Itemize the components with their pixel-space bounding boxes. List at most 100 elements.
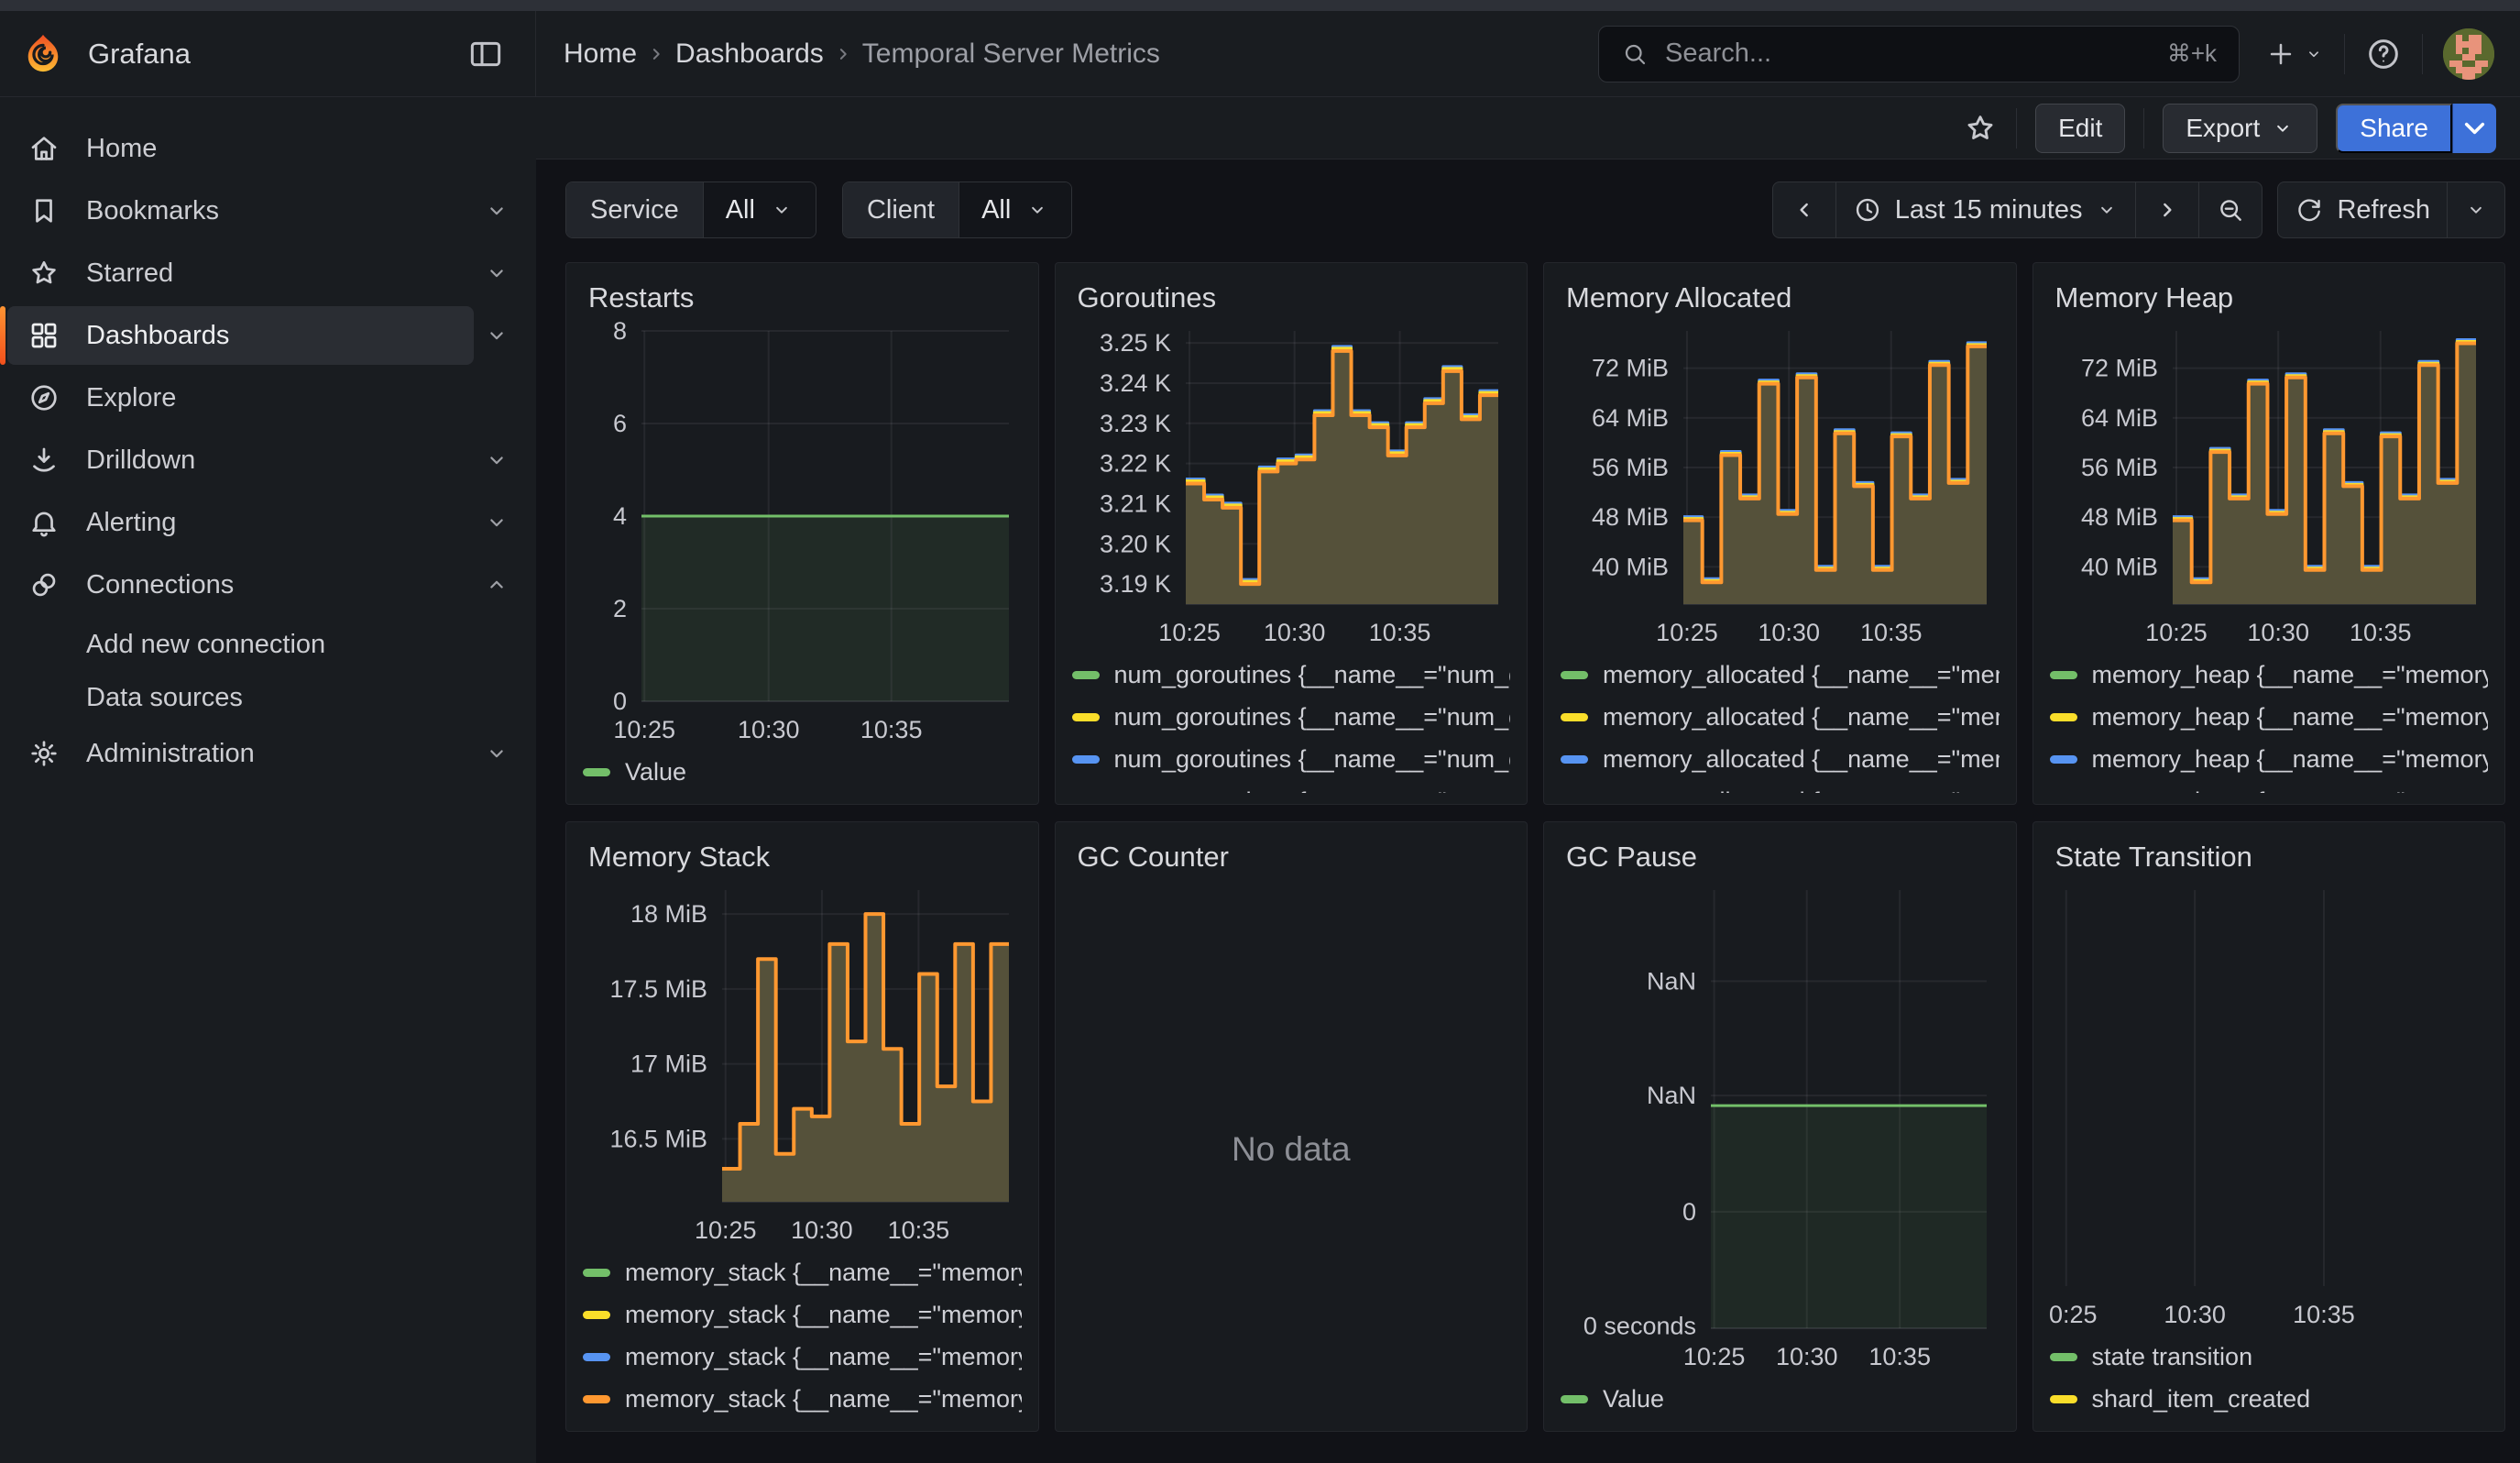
legend-label[interactable]: memory_heap {__name__="memory_h <box>2092 661 2489 689</box>
legend-swatch <box>583 1353 610 1361</box>
svg-text:6: 6 <box>613 410 627 437</box>
legend-label[interactable]: num_goroutines {__name__="num_go <box>1114 703 1511 732</box>
legend-label[interactable]: memory_heap {__name__="memory_h <box>2092 787 2489 794</box>
svg-text:0: 0 <box>1682 1198 1696 1226</box>
svg-text:10:25: 10:25 <box>1158 619 1221 646</box>
legend-label[interactable]: memory_stack {__name__="memory_s <box>625 1385 1022 1414</box>
chevron-down-icon[interactable] <box>483 322 510 349</box>
legend-label[interactable]: memory_stack {__name__="memory_s <box>625 1301 1022 1329</box>
panel-title[interactable]: GC Pause <box>1566 841 2000 874</box>
service-filter-label: Service <box>566 182 703 237</box>
svg-text:56 MiB: 56 MiB <box>1592 454 1669 481</box>
legend-label[interactable]: state transition <box>2092 1343 2253 1371</box>
divider <box>2143 108 2144 148</box>
refresh-button[interactable]: Refresh <box>2278 182 2447 237</box>
drilldown-icon <box>27 444 60 477</box>
legend-label[interactable]: Value <box>1603 1385 1664 1414</box>
legend-swatch <box>2050 1395 2077 1403</box>
share-menu-button[interactable] <box>2452 104 2496 153</box>
legend-swatch <box>583 1269 610 1277</box>
chevron-down-icon[interactable] <box>483 446 510 474</box>
chevron-down-icon[interactable] <box>483 259 510 287</box>
export-button[interactable]: Export <box>2163 104 2317 153</box>
svg-text:17.5 MiB: 17.5 MiB <box>609 975 707 1003</box>
share-button[interactable]: Share <box>2336 104 2452 153</box>
refresh-interval-button[interactable] <box>2447 182 2504 237</box>
panel-title[interactable]: Restarts <box>588 281 1022 314</box>
legend-label[interactable]: num_goroutines {__name__="num_go <box>1114 787 1511 794</box>
new-button[interactable] <box>2265 38 2324 70</box>
client-filter-value[interactable]: All <box>959 182 1071 237</box>
legend-label[interactable]: memory_allocated {__name__="memo <box>1603 787 2000 794</box>
panel-title[interactable]: Goroutines <box>1078 281 1511 314</box>
legend-swatch <box>1561 671 1588 679</box>
breadcrumb-dashboards[interactable]: Dashboards <box>675 38 824 70</box>
svg-text:4: 4 <box>613 502 627 530</box>
help-icon[interactable] <box>2365 36 2402 72</box>
svg-text:40 MiB: 40 MiB <box>1592 553 1669 580</box>
panel-title[interactable]: State Transition <box>2055 841 2489 874</box>
connections-plug-icon <box>27 568 60 601</box>
sidebar-item-bookmarks[interactable]: Bookmarks <box>7 182 523 240</box>
dock-sidebar-icon[interactable] <box>467 36 504 72</box>
sidebar-item-dashboards[interactable]: Dashboards <box>7 306 523 365</box>
panel-title[interactable]: Memory Heap <box>2055 281 2489 314</box>
legend-swatch <box>2050 755 2077 764</box>
avatar[interactable] <box>2443 28 2494 80</box>
legend-label[interactable]: memory_allocated {__name__="memo <box>1603 745 2000 774</box>
legend-label[interactable]: memory_stack {__name__="memory_s <box>625 1343 1022 1371</box>
chevron-down-icon[interactable] <box>483 740 510 767</box>
legend-label[interactable]: shard_item_created <box>2092 1385 2311 1414</box>
svg-text:0: 0 <box>613 688 627 715</box>
legend-item: memory_allocated {__name__="memo <box>1561 738 2000 780</box>
favorite-star-icon[interactable] <box>1963 111 1998 146</box>
sidebar-item-add-new-connection[interactable]: Add new connection <box>7 618 523 671</box>
service-filter: Service All <box>565 182 816 238</box>
time-shift-back-button[interactable] <box>1773 182 1835 237</box>
legend-label[interactable]: Value <box>625 758 686 786</box>
panel-memory-heap: Memory Heap 10:2510:3010:3572 MiB64 MiB5… <box>2032 262 2506 805</box>
time-range-picker[interactable]: Last 15 minutes <box>1835 182 2136 237</box>
legend-label[interactable]: memory_heap {__name__="memory_h <box>2092 703 2489 732</box>
dashboards-grid-icon <box>27 319 60 352</box>
chevron-down-icon[interactable] <box>483 197 510 225</box>
sidebar-item-explore[interactable]: Explore <box>7 368 523 427</box>
legend: memory_heap {__name__="memory_h memory_h… <box>2050 654 2489 793</box>
sidebar-item-data-sources[interactable]: Data sources <box>7 671 523 724</box>
breadcrumb-home[interactable]: Home <box>564 38 637 70</box>
panel-title[interactable]: Memory Allocated <box>1566 281 2000 314</box>
legend-label[interactable]: num_goroutines {__name__="num_go <box>1114 745 1511 774</box>
legend-label[interactable]: num_goroutines {__name__="num_go <box>1114 661 1511 689</box>
sidebar-item-drilldown[interactable]: Drilldown <box>7 431 523 490</box>
search-input[interactable]: Search... ⌘+k <box>1598 26 2240 82</box>
sidebar-item-connections[interactable]: Connections <box>7 556 523 614</box>
legend-item: memory_allocated {__name__="memo <box>1561 654 2000 696</box>
time-shift-forward-button[interactable] <box>2135 182 2198 237</box>
legend-label[interactable]: memory_allocated {__name__="memo <box>1603 661 2000 689</box>
svg-text:0 seconds: 0 seconds <box>1583 1313 1696 1340</box>
chevron-down-icon <box>2453 106 2496 149</box>
legend-item: shard_item_created <box>2050 1378 2489 1420</box>
service-filter-value[interactable]: All <box>703 182 816 237</box>
sidebar-item-alerting[interactable]: Alerting <box>7 493 523 552</box>
legend-label[interactable]: memory_stack {__name__="memory_s <box>625 1259 1022 1287</box>
panel-title[interactable]: GC Counter <box>1078 841 1511 874</box>
sidebar-item-home[interactable]: Home <box>7 119 523 178</box>
legend-label[interactable]: memory_heap {__name__="memory_h <box>2092 745 2489 774</box>
panel-title[interactable]: Memory Stack <box>588 841 1022 874</box>
legend-item: memory_heap {__name__="memory_h <box>2050 780 2489 793</box>
divider <box>2016 108 2017 148</box>
chevron-right-icon <box>644 42 668 66</box>
sidebar-item-starred[interactable]: Starred <box>7 244 523 302</box>
sidebar-item-administration[interactable]: Administration <box>7 724 523 783</box>
svg-text:10:30: 10:30 <box>738 716 800 743</box>
filter-bar: Service All Client All <box>536 160 2520 238</box>
legend-label[interactable]: memory_allocated {__name__="memo <box>1603 703 2000 732</box>
chevron-down-icon[interactable] <box>483 509 510 536</box>
zoom-out-button[interactable] <box>2198 182 2262 237</box>
chevron-down-icon <box>2271 116 2295 140</box>
panel-goroutines: Goroutines 10:2510:3010:353.25 K3.24 K3.… <box>1055 262 1528 805</box>
chevron-up-icon[interactable] <box>483 571 510 599</box>
edit-button[interactable]: Edit <box>2035 104 2125 153</box>
chevron-left-icon <box>1790 195 1819 225</box>
